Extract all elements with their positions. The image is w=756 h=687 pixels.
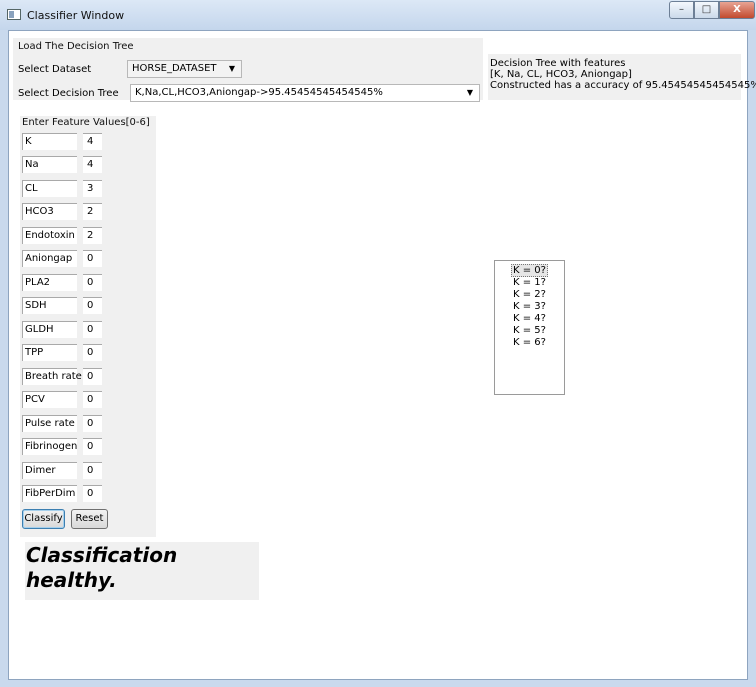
feature-label-endotoxin: Endotoxin <box>22 227 77 244</box>
dataset-select-value: HORSE_DATASET <box>132 63 217 74</box>
feature-input-aniongap[interactable]: 0 <box>83 250 102 267</box>
decision-tree-view[interactable]: K = 0? K = 1? K = 2? K = 3? K = 4? K = 5… <box>494 260 565 395</box>
feature-label-fibperdim: FibPerDim <box>22 485 77 502</box>
feature-label-dimer: Dimer <box>22 462 77 479</box>
client-area: Load The Decision Tree Select Dataset HO… <box>8 30 756 680</box>
tree-node[interactable]: K = 2? <box>495 289 564 301</box>
info-line-3: Constructed has a accuracy of 95.4545454… <box>490 80 756 91</box>
close-button[interactable]: X <box>719 1 755 19</box>
feature-label-hco3: HCO3 <box>22 203 77 220</box>
chevron-down-icon: ▼ <box>466 88 473 97</box>
load-tree-panel: Load The Decision Tree Select Dataset HO… <box>13 38 483 102</box>
tree-node[interactable]: K = 0? <box>495 264 564 277</box>
select-dataset-label: Select Dataset <box>18 64 92 75</box>
feature-input-k[interactable]: 4 <box>83 133 102 150</box>
feature-values-panel: Enter Feature Values[0-6] K 4 Na 4 CL 3 … <box>20 116 156 537</box>
decision-tree-select-value: K,Na,CL,HCO3,Aniongap->95.45454545454545… <box>135 87 383 98</box>
title-bar[interactable]: Classifier Window – □ X <box>0 0 756 30</box>
info-line-2: [K, Na, CL, HCO3, Aniongap] <box>490 69 632 80</box>
feature-input-pla2[interactable]: 0 <box>83 274 102 291</box>
feature-input-cl[interactable]: 3 <box>83 180 102 197</box>
app-window-icon <box>7 9 21 20</box>
tree-node[interactable]: K = 4? <box>495 313 564 325</box>
feature-label-fibrinogen: Fibrinogen <box>22 438 77 455</box>
feature-input-pcv[interactable]: 0 <box>83 391 102 408</box>
info-line-1: Decision Tree with features <box>490 58 626 69</box>
reset-button[interactable]: Reset <box>71 509 108 529</box>
classification-result: Classification healthy. <box>25 542 259 600</box>
feature-label-pcv: PCV <box>22 391 77 408</box>
feature-input-sdh[interactable]: 0 <box>83 297 102 314</box>
decision-tree-select[interactable]: K,Na,CL,HCO3,Aniongap->95.45454545454545… <box>130 84 480 102</box>
tree-node[interactable]: K = 5? <box>495 325 564 337</box>
feature-input-pulse-rate[interactable]: 0 <box>83 415 102 432</box>
feature-label-pla2: PLA2 <box>22 274 77 291</box>
load-tree-legend: Load The Decision Tree <box>18 41 134 52</box>
feature-label-tpp: TPP <box>22 344 77 361</box>
feature-input-dimer[interactable]: 0 <box>83 462 102 479</box>
feature-label-cl: CL <box>22 180 77 197</box>
tree-node[interactable]: K = 1? <box>495 277 564 289</box>
feature-label-na: Na <box>22 156 77 173</box>
feature-input-gldh[interactable]: 0 <box>83 321 102 338</box>
feature-input-tpp[interactable]: 0 <box>83 344 102 361</box>
feature-label-gldh: GLDH <box>22 321 77 338</box>
feature-input-fibrinogen[interactable]: 0 <box>83 438 102 455</box>
minimize-button[interactable]: – <box>669 1 694 19</box>
feature-input-breath-rate[interactable]: 0 <box>83 368 102 385</box>
classify-button[interactable]: Classify <box>22 509 65 529</box>
result-line-1: Classification <box>26 543 178 567</box>
tree-node[interactable]: K = 3? <box>495 301 564 313</box>
feature-label-aniongap: Aniongap <box>22 250 77 267</box>
feature-input-fibperdim[interactable]: 0 <box>83 485 102 502</box>
feature-label-breath-rate: Breath rate <box>22 368 82 385</box>
classifier-window: Classifier Window – □ X Load The Decisio… <box>0 0 756 687</box>
select-tree-label: Select Decision Tree <box>18 88 119 99</box>
tree-node[interactable]: K = 6? <box>495 337 564 349</box>
window-title: Classifier Window <box>27 9 125 22</box>
feature-label-sdh: SDH <box>22 297 77 314</box>
result-line-2: healthy. <box>26 568 117 592</box>
feature-input-na[interactable]: 4 <box>83 156 102 173</box>
feature-values-legend: Enter Feature Values[0-6] <box>22 117 150 128</box>
chevron-down-icon: ▼ <box>228 64 235 73</box>
feature-label-k: K <box>22 133 77 150</box>
feature-input-hco3[interactable]: 2 <box>83 203 102 220</box>
feature-label-pulse-rate: Pulse rate <box>22 415 77 432</box>
maximize-button[interactable]: □ <box>694 1 719 19</box>
dataset-select[interactable]: HORSE_DATASET ▼ <box>127 60 242 78</box>
tree-info-panel: Decision Tree with features [K, Na, CL, … <box>488 54 756 100</box>
feature-input-endotoxin[interactable]: 2 <box>83 227 102 244</box>
